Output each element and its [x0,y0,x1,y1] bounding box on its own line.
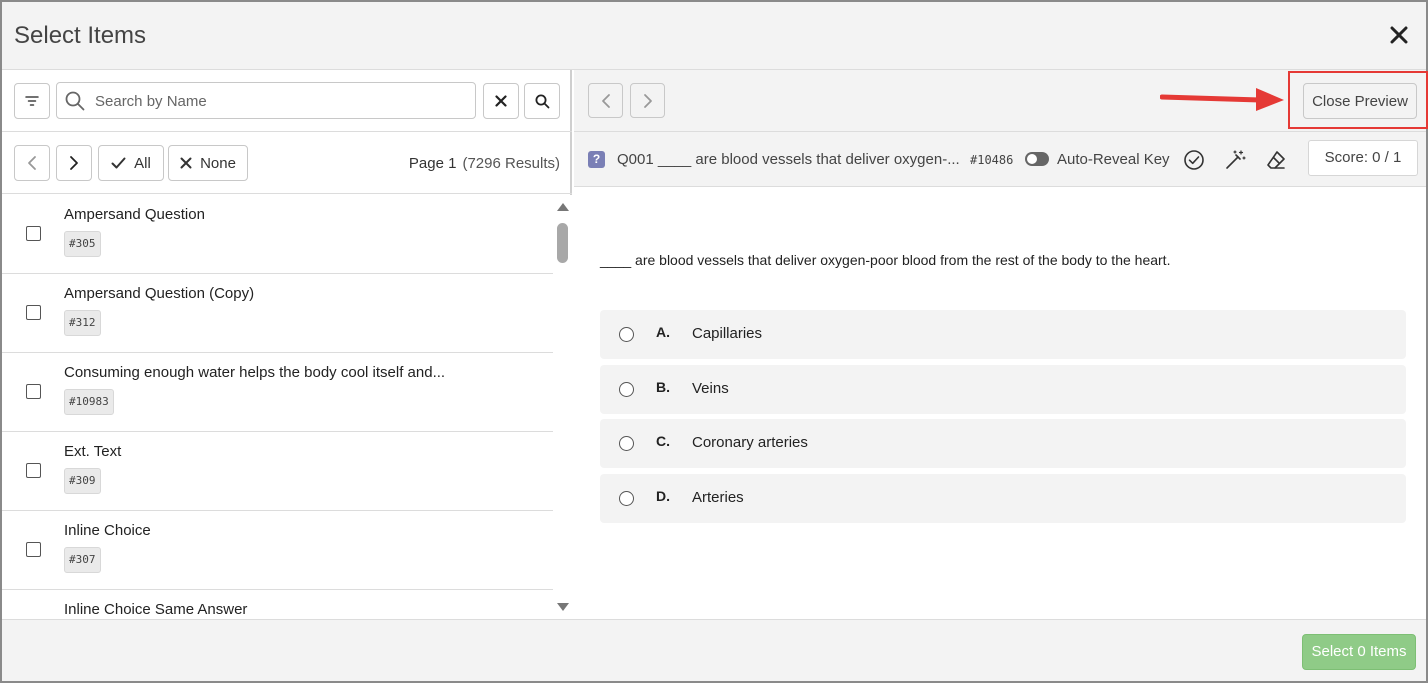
close-dialog-button[interactable] [1384,20,1414,50]
list-item[interactable]: Ext. Text #309 [2,432,553,511]
chevron-left-icon [601,93,610,108]
scroll-up-arrow[interactable] [557,203,569,211]
choice-letter: D. [656,488,670,504]
next-page-button[interactable] [56,145,92,181]
item-name: Inline Choice [64,522,151,539]
annotation-arrow-icon [1160,88,1284,111]
select-none-label: None [200,154,236,172]
item-name: Ampersand Question (Copy) [64,285,255,302]
question-type-icon: ? [588,151,605,168]
items-list: Ampersand Question #305 Ampersand Questi… [2,195,553,619]
choice-text: Arteries [692,489,744,506]
choice-radio[interactable] [619,327,634,342]
item-checkbox[interactable] [26,542,41,557]
check-circle-icon [1184,150,1204,170]
choice-text: Coronary arteries [692,434,808,451]
item-checkbox[interactable] [26,384,41,399]
select-all-label: All [134,154,151,172]
item-checkbox[interactable] [26,463,41,478]
chevron-right-icon [643,93,652,108]
dialog-footer: Select 0 Items [2,619,1426,681]
scroll-down-arrow[interactable] [557,603,569,611]
item-id-tag: #307 [64,547,101,573]
items-list-pane: All None Page 1 (7296 Results) Ampersand … [2,70,572,619]
item-checkbox[interactable] [26,226,41,241]
dialog-header: Select Items [2,2,1426,70]
search-icon [65,91,85,111]
choice-letter: B. [656,379,670,395]
preview-next-button[interactable] [630,83,665,118]
search-row [2,70,572,132]
magic-wand-icon [1226,150,1246,169]
search-icon [535,94,549,108]
x-icon [495,95,507,107]
question-id: #10486 [970,153,1014,167]
auto-fill-button[interactable] [1223,148,1247,172]
filter-button[interactable] [14,83,50,119]
score-display: Score: 0 / 1 [1308,140,1418,176]
prev-page-button[interactable] [14,145,50,181]
list-item[interactable]: Consuming enough water helps the body co… [2,353,553,432]
x-icon [180,157,192,169]
item-id-tag: #305 [64,231,101,257]
list-item[interactable]: Inline Choice Same Answer [2,590,553,619]
search-button[interactable] [524,83,560,119]
item-id-tag: #312 [64,310,101,336]
search-box [56,82,476,119]
auto-reveal-label: Auto-Reveal Key [1057,151,1170,168]
close-icon [1390,26,1408,44]
question-title: Q001 ____ are blood vessels that deliver… [617,151,960,168]
choice-letter: A. [656,324,670,340]
select-items-button[interactable]: Select 0 Items [1302,634,1416,670]
item-id-tag: #309 [64,468,101,494]
choice-radio[interactable] [619,382,634,397]
clear-answer-button[interactable] [1264,148,1288,172]
answer-choice[interactable]: C. Coronary arteries [600,419,1406,468]
answer-choice[interactable]: B. Veins [600,365,1406,414]
list-item[interactable]: Inline Choice #307 [2,511,553,590]
answer-choice[interactable]: D. Arteries [600,474,1406,523]
auto-reveal-toggle[interactable] [1025,152,1049,166]
close-preview-button[interactable]: Close Preview [1303,83,1417,119]
page-number: Page 1 [408,155,457,172]
check-icon [111,157,126,169]
select-items-dialog: Select Items Search by Name All None Pag… [0,0,1428,683]
chevron-left-icon [28,156,36,170]
item-name: Ampersand Question [64,206,205,223]
check-answer-button[interactable] [1182,148,1206,172]
list-item[interactable]: Ampersand Question #305 [2,195,553,274]
choice-text: Veins [692,380,729,397]
pager-row: All None Page 1 (7296 Results) [2,132,572,194]
question-stem: ____ are blood vessels that deliver oxyg… [600,252,1171,268]
choice-letter: C. [656,433,670,449]
preview-toolbar: Close Preview [574,70,1428,132]
toggle-knob [1027,154,1037,164]
choice-text: Capillaries [692,325,763,342]
choice-radio[interactable] [619,491,634,506]
choice-radio[interactable] [619,436,634,451]
select-all-button[interactable]: All [98,145,164,181]
item-name: Ext. Text [64,443,122,460]
select-none-button[interactable]: None [168,145,248,181]
scroll-thumb[interactable] [557,223,568,263]
item-name: Inline Choice Same Answer [64,601,248,618]
list-scrollbar[interactable] [553,195,572,619]
question-header: ? Q001 ____ are blood vessels that deliv… [574,132,1426,187]
filter-icon [25,96,39,106]
results-count: (7296 Results) [462,155,560,172]
list-item[interactable]: Ampersand Question (Copy) #312 [2,274,553,353]
item-checkbox[interactable] [26,305,41,320]
preview-prev-button[interactable] [588,83,623,118]
answer-choice[interactable]: A. Capillaries [600,310,1406,359]
dialog-title: Select Items [14,22,147,49]
page-info: Page 1 (7296 Results) [409,155,560,172]
preview-pane: Close Preview ? Q001 ____ are blood vess… [574,70,1428,619]
eraser-icon [1267,151,1285,169]
search-input[interactable] [95,89,465,113]
item-name: Consuming enough water helps the body co… [64,364,446,381]
clear-search-button[interactable] [483,83,519,119]
chevron-right-icon [70,156,78,170]
item-id-tag: #10983 [64,389,114,415]
